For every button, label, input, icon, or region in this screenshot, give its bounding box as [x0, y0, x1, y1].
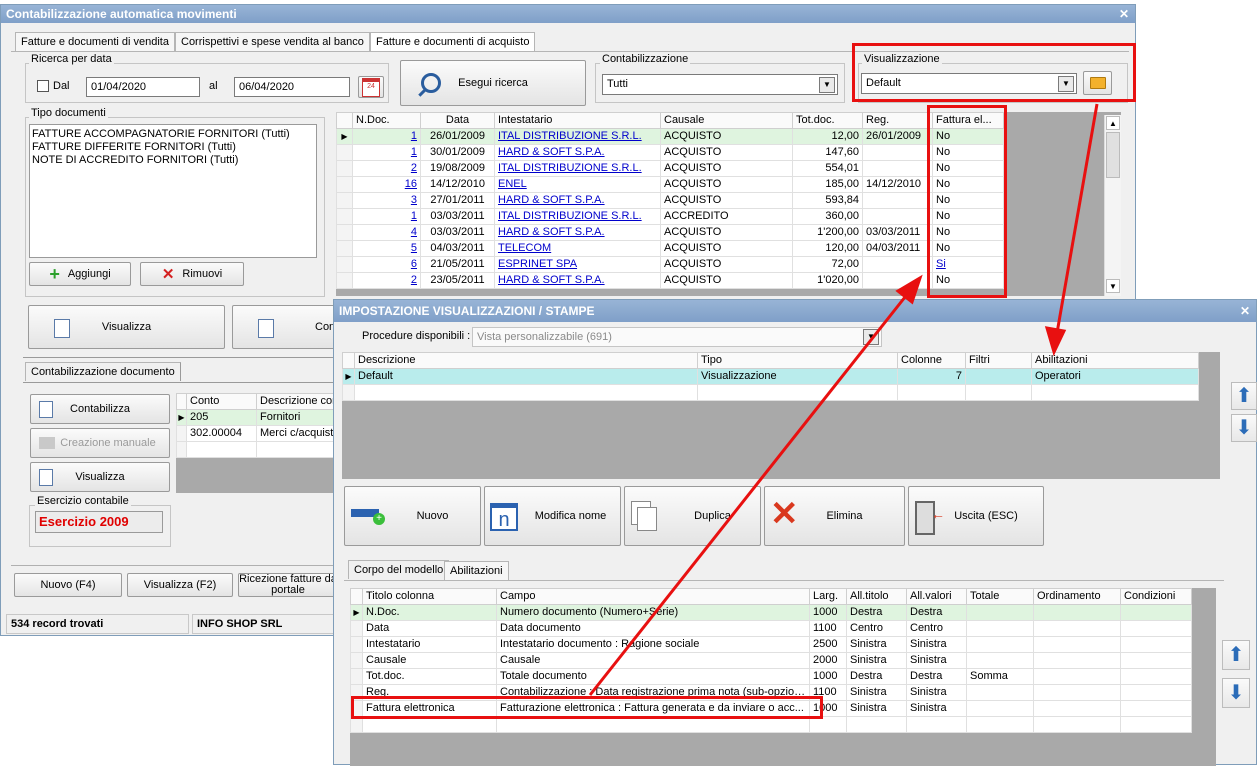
arrow-visualizzazione-link: [1044, 103, 1099, 357]
arrow-fattura-link: [588, 274, 923, 696]
annotation-arrows: [588, 103, 1099, 696]
